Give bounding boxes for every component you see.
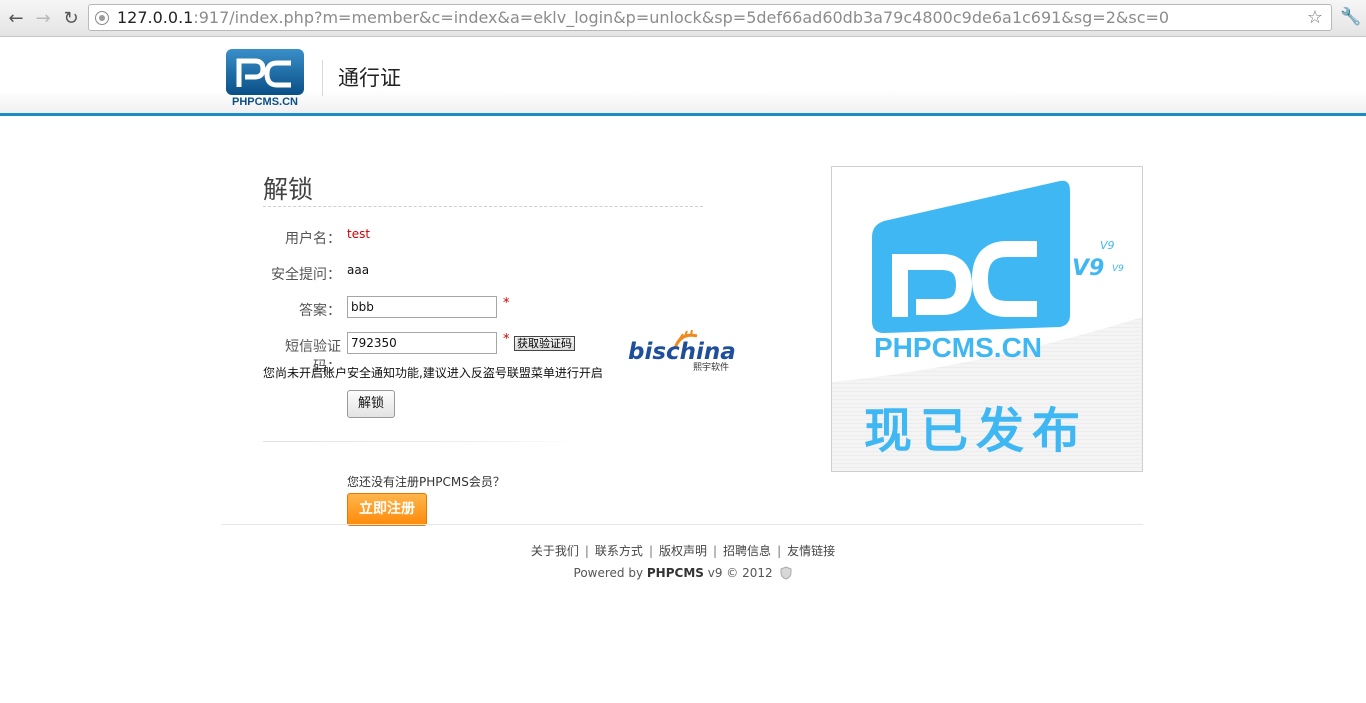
footer-divider bbox=[222, 524, 1143, 525]
svg-text:现已发布: 现已发布 bbox=[864, 403, 1088, 459]
footer-link-friends[interactable]: 友情链接 bbox=[787, 544, 835, 558]
answer-label: 答案： bbox=[299, 303, 341, 319]
svg-text:PHPCMS.CN: PHPCMS.CN bbox=[874, 332, 1042, 363]
bookmark-star-icon[interactable]: ☆ bbox=[1307, 7, 1323, 28]
username-label: 用户名： bbox=[285, 231, 341, 247]
register-button[interactable]: 立即注册 bbox=[347, 493, 427, 526]
header-divider bbox=[0, 113, 1366, 116]
browser-toolbar: ← → ↻ 127.0.0.1:917/index.php?m=member&c… bbox=[0, 0, 1366, 37]
svg-text:V9: V9 bbox=[1047, 270, 1066, 286]
wrench-menu-icon[interactable]: 🔧 bbox=[1340, 7, 1361, 27]
shield-icon bbox=[780, 566, 792, 580]
form-divider bbox=[263, 441, 583, 442]
footer-link-jobs[interactable]: 招聘信息 bbox=[723, 544, 771, 558]
username-value: test bbox=[347, 227, 371, 241]
security-notice: 您尚未开启账户安全通知功能,建议进入反盗号联盟菜单进行开启 bbox=[263, 366, 603, 380]
required-mark: * bbox=[503, 296, 510, 311]
svg-text:V9: V9 bbox=[1112, 264, 1124, 274]
footer-link-contact[interactable]: 联系方式 bbox=[595, 544, 643, 558]
no-account-text: 您还没有注册PHPCMS会员？ bbox=[347, 475, 505, 489]
footer-links: 关于我们 | 联系方式 | 版权声明 | 招聘信息 | 友情链接 bbox=[530, 544, 836, 558]
phpcms-v9-promo-banner[interactable]: PHPCMS.CN V9 V9 V9 V9 现已发布 bbox=[831, 166, 1143, 472]
footer-link-copyright[interactable]: 版权声明 bbox=[659, 544, 707, 558]
page-title: 解锁 bbox=[263, 175, 314, 204]
required-mark: * bbox=[503, 332, 510, 347]
sms-code-input[interactable] bbox=[347, 332, 497, 354]
svg-text:熙宇软件: 熙宇软件 bbox=[693, 361, 729, 372]
phpcms-logo[interactable]: PHPCMS.CN bbox=[225, 49, 305, 108]
security-question-label: 安全提问： bbox=[271, 267, 341, 283]
svg-text:bischina: bischina bbox=[628, 339, 736, 365]
header-title: 通行证 bbox=[338, 66, 401, 90]
answer-input[interactable] bbox=[347, 296, 497, 318]
address-bar[interactable]: 127.0.0.1:917/index.php?m=member&c=index… bbox=[88, 4, 1332, 31]
powered-by: Powered by PHPCMS v9 © 2012 bbox=[0, 566, 1366, 580]
powered-brand[interactable]: PHPCMS bbox=[647, 566, 704, 580]
back-icon[interactable]: ← bbox=[4, 6, 28, 30]
bischina-logo[interactable]: bischina 熙宇软件 bbox=[627, 329, 739, 373]
forward-icon[interactable]: → bbox=[31, 6, 55, 30]
security-question-value: aaa bbox=[347, 263, 370, 277]
get-code-button[interactable]: 获取验证码 bbox=[514, 336, 575, 351]
url-text[interactable]: 127.0.0.1:917/index.php?m=member&c=index… bbox=[117, 8, 1169, 28]
title-divider bbox=[263, 206, 703, 207]
header-separator bbox=[322, 60, 323, 96]
site-header bbox=[0, 37, 1366, 113]
svg-text:V9: V9 bbox=[1100, 239, 1115, 252]
footer-link-about[interactable]: 关于我们 bbox=[531, 544, 579, 558]
page-info-icon[interactable] bbox=[95, 11, 109, 25]
unlock-button[interactable]: 解锁 bbox=[347, 390, 395, 418]
reload-icon[interactable]: ↻ bbox=[59, 6, 83, 30]
svg-text:V9: V9 bbox=[1072, 256, 1104, 281]
svg-text:PHPCMS.CN: PHPCMS.CN bbox=[232, 96, 298, 107]
